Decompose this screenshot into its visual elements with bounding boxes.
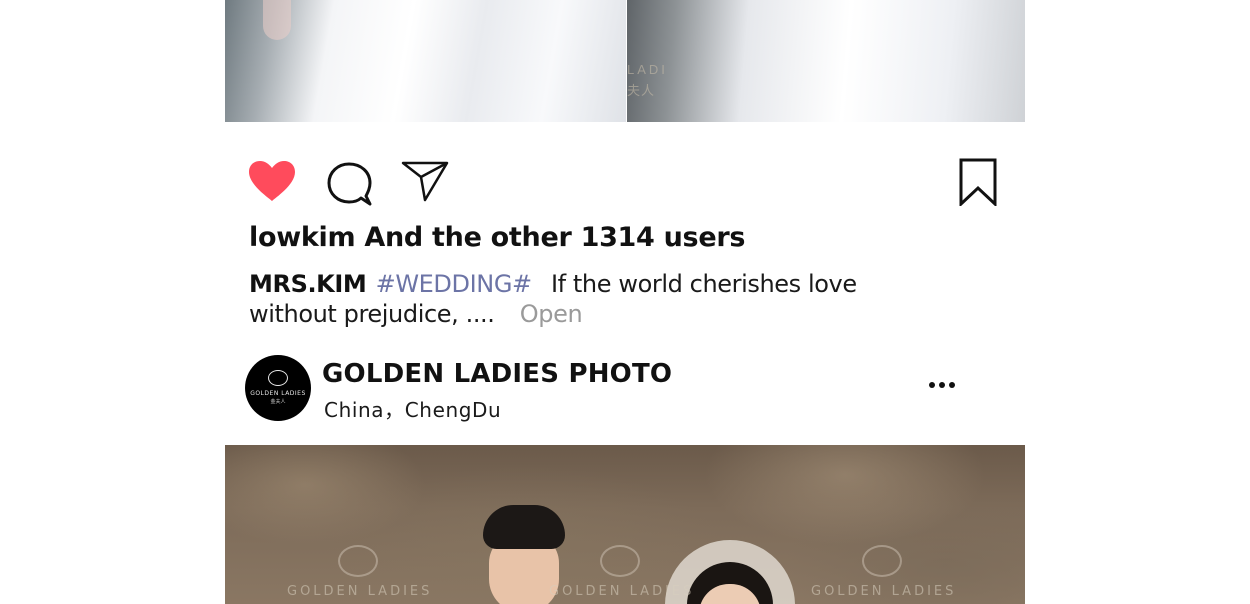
post-image-right[interactable]: LADI 夫人 — [627, 0, 1025, 122]
bookmark-icon[interactable] — [958, 158, 998, 206]
logo-mark-icon — [268, 370, 288, 386]
feed-post: LADI 夫人 lowkim And the other 1314 users … — [225, 0, 1025, 604]
more-dot — [939, 382, 945, 388]
more-dot — [929, 382, 935, 388]
post-action-bar — [225, 155, 1025, 209]
image-watermark: GOLDEN LADIES — [549, 584, 695, 599]
avatar-logo-cn: 金夫人 — [270, 399, 286, 405]
caption-username[interactable]: MRS.KIM — [249, 270, 367, 298]
hand-detail — [263, 0, 291, 40]
share-icon[interactable] — [401, 159, 449, 203]
likes-count[interactable]: lowkim And the other 1314 users — [249, 222, 745, 253]
more-dot — [949, 382, 955, 388]
post-image-carousel[interactable]: LADI 夫人 — [225, 0, 1025, 122]
more-horizontal-icon[interactable] — [927, 380, 957, 392]
avatar[interactable]: GOLDEN LADIES 金夫人 — [245, 355, 311, 421]
next-post-image[interactable]: GOLDEN LADIES GOLDEN LADIES GOLDEN LADIE… — [225, 445, 1025, 604]
groom-hair — [483, 505, 565, 549]
watermark-logo-icon — [338, 545, 378, 577]
image-watermark-cn: 夫人 — [627, 83, 656, 98]
page: LADI 夫人 lowkim And the other 1314 users … — [0, 0, 1250, 604]
heart-icon[interactable] — [247, 159, 297, 203]
post-image-left[interactable] — [225, 0, 626, 122]
post-location[interactable]: China，ChengDu — [324, 394, 501, 423]
image-watermark: GOLDEN LADIES — [287, 584, 433, 599]
watermark-logo-icon — [600, 545, 640, 577]
avatar-logo-text: GOLDEN LADIES — [250, 390, 306, 397]
account-name[interactable]: GOLDEN LADIES PHOTO — [322, 359, 672, 389]
next-post-header: GOLDEN LADIES 金夫人 GOLDEN LADIES PHOTO Ch… — [225, 354, 1025, 422]
image-watermark: LADI — [627, 62, 668, 77]
caption-open-link[interactable]: Open — [520, 300, 583, 328]
image-watermark: GOLDEN LADIES — [811, 584, 957, 599]
watermark-logo-icon — [862, 545, 902, 577]
comment-icon[interactable] — [327, 160, 373, 206]
post-caption: MRS.KIM #WEDDING# If the world cherishes… — [249, 269, 949, 329]
caption-hashtag[interactable]: #WEDDING# — [376, 270, 533, 298]
